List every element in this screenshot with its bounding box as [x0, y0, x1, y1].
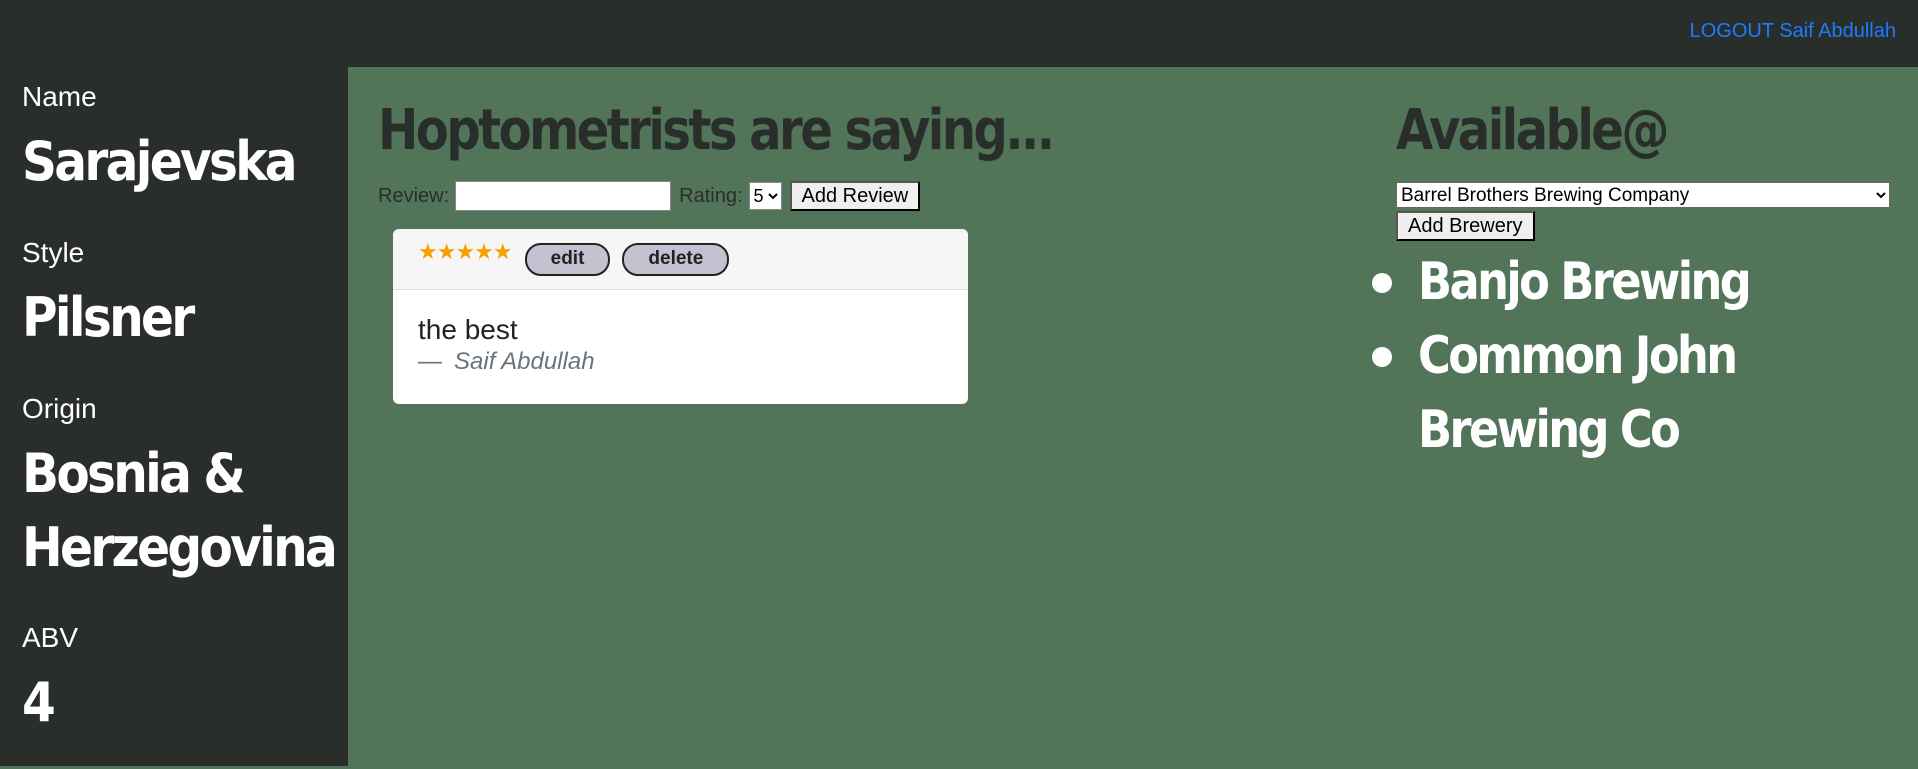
logout-label: LOGOUT — [1689, 20, 1774, 42]
edit-review-button[interactable]: edit — [524, 242, 611, 276]
logout-link[interactable]: LOGOUT Saif Abdullah — [1690, 20, 1896, 43]
review-form: Review: Rating: 5 Add Review — [378, 181, 921, 211]
review-label: Review: — [378, 184, 450, 207]
review-card-body: the best — Saif Abdullah — [393, 290, 968, 400]
brewery-list: Banjo Brewing Common John Brewing Co — [1372, 245, 1892, 467]
name-label: Name — [22, 81, 97, 112]
review-card-header: ★★★★★ edit delete — [393, 229, 968, 290]
delete-review-button[interactable]: delete — [622, 242, 730, 276]
logged-in-user: Saif Abdullah — [1779, 20, 1896, 42]
star-rating: ★★★★★ — [418, 239, 513, 264]
review-author: — Saif Abdullah — [418, 348, 943, 376]
beer-abv: 4 — [22, 671, 56, 734]
review-text: the best — [418, 314, 518, 345]
origin-label: Origin — [22, 393, 97, 424]
beer-origin: Bosnia & Herzegovina — [22, 442, 338, 579]
top-bar: LOGOUT Saif Abdullah — [0, 0, 1918, 67]
author-dash: — — [418, 348, 442, 376]
beer-style: Pilsner — [22, 286, 195, 349]
add-review-button[interactable]: Add Review — [789, 181, 921, 211]
beer-name: Sarajevska — [22, 130, 298, 193]
brewery-select[interactable]: Barrel Brothers Brewing Company — [1396, 182, 1890, 208]
brewery-name: Banjo Brewing — [1418, 252, 1752, 312]
reviews-heading: Hoptometrists are saying... — [378, 98, 1055, 163]
list-item: Common John Brewing Co — [1372, 319, 1892, 467]
available-heading: Available@ — [1396, 98, 1670, 163]
rating-label: Rating: — [679, 184, 743, 207]
abv-label: ABV — [22, 622, 79, 653]
list-item: Banjo Brewing — [1372, 245, 1892, 319]
beer-details-sidebar: Name Sarajevska Style Pilsner Origin Bos… — [0, 67, 348, 766]
brewery-name: Common John Brewing Co — [1418, 326, 1738, 460]
review-card: ★★★★★ edit delete the best — Saif Abdulla… — [393, 229, 968, 404]
style-label: Style — [22, 237, 85, 268]
author-name: Saif Abdullah — [454, 348, 595, 376]
rating-select[interactable]: 5 — [748, 182, 782, 210]
add-brewery-button[interactable]: Add Brewery — [1396, 211, 1535, 241]
review-input[interactable] — [455, 181, 672, 211]
